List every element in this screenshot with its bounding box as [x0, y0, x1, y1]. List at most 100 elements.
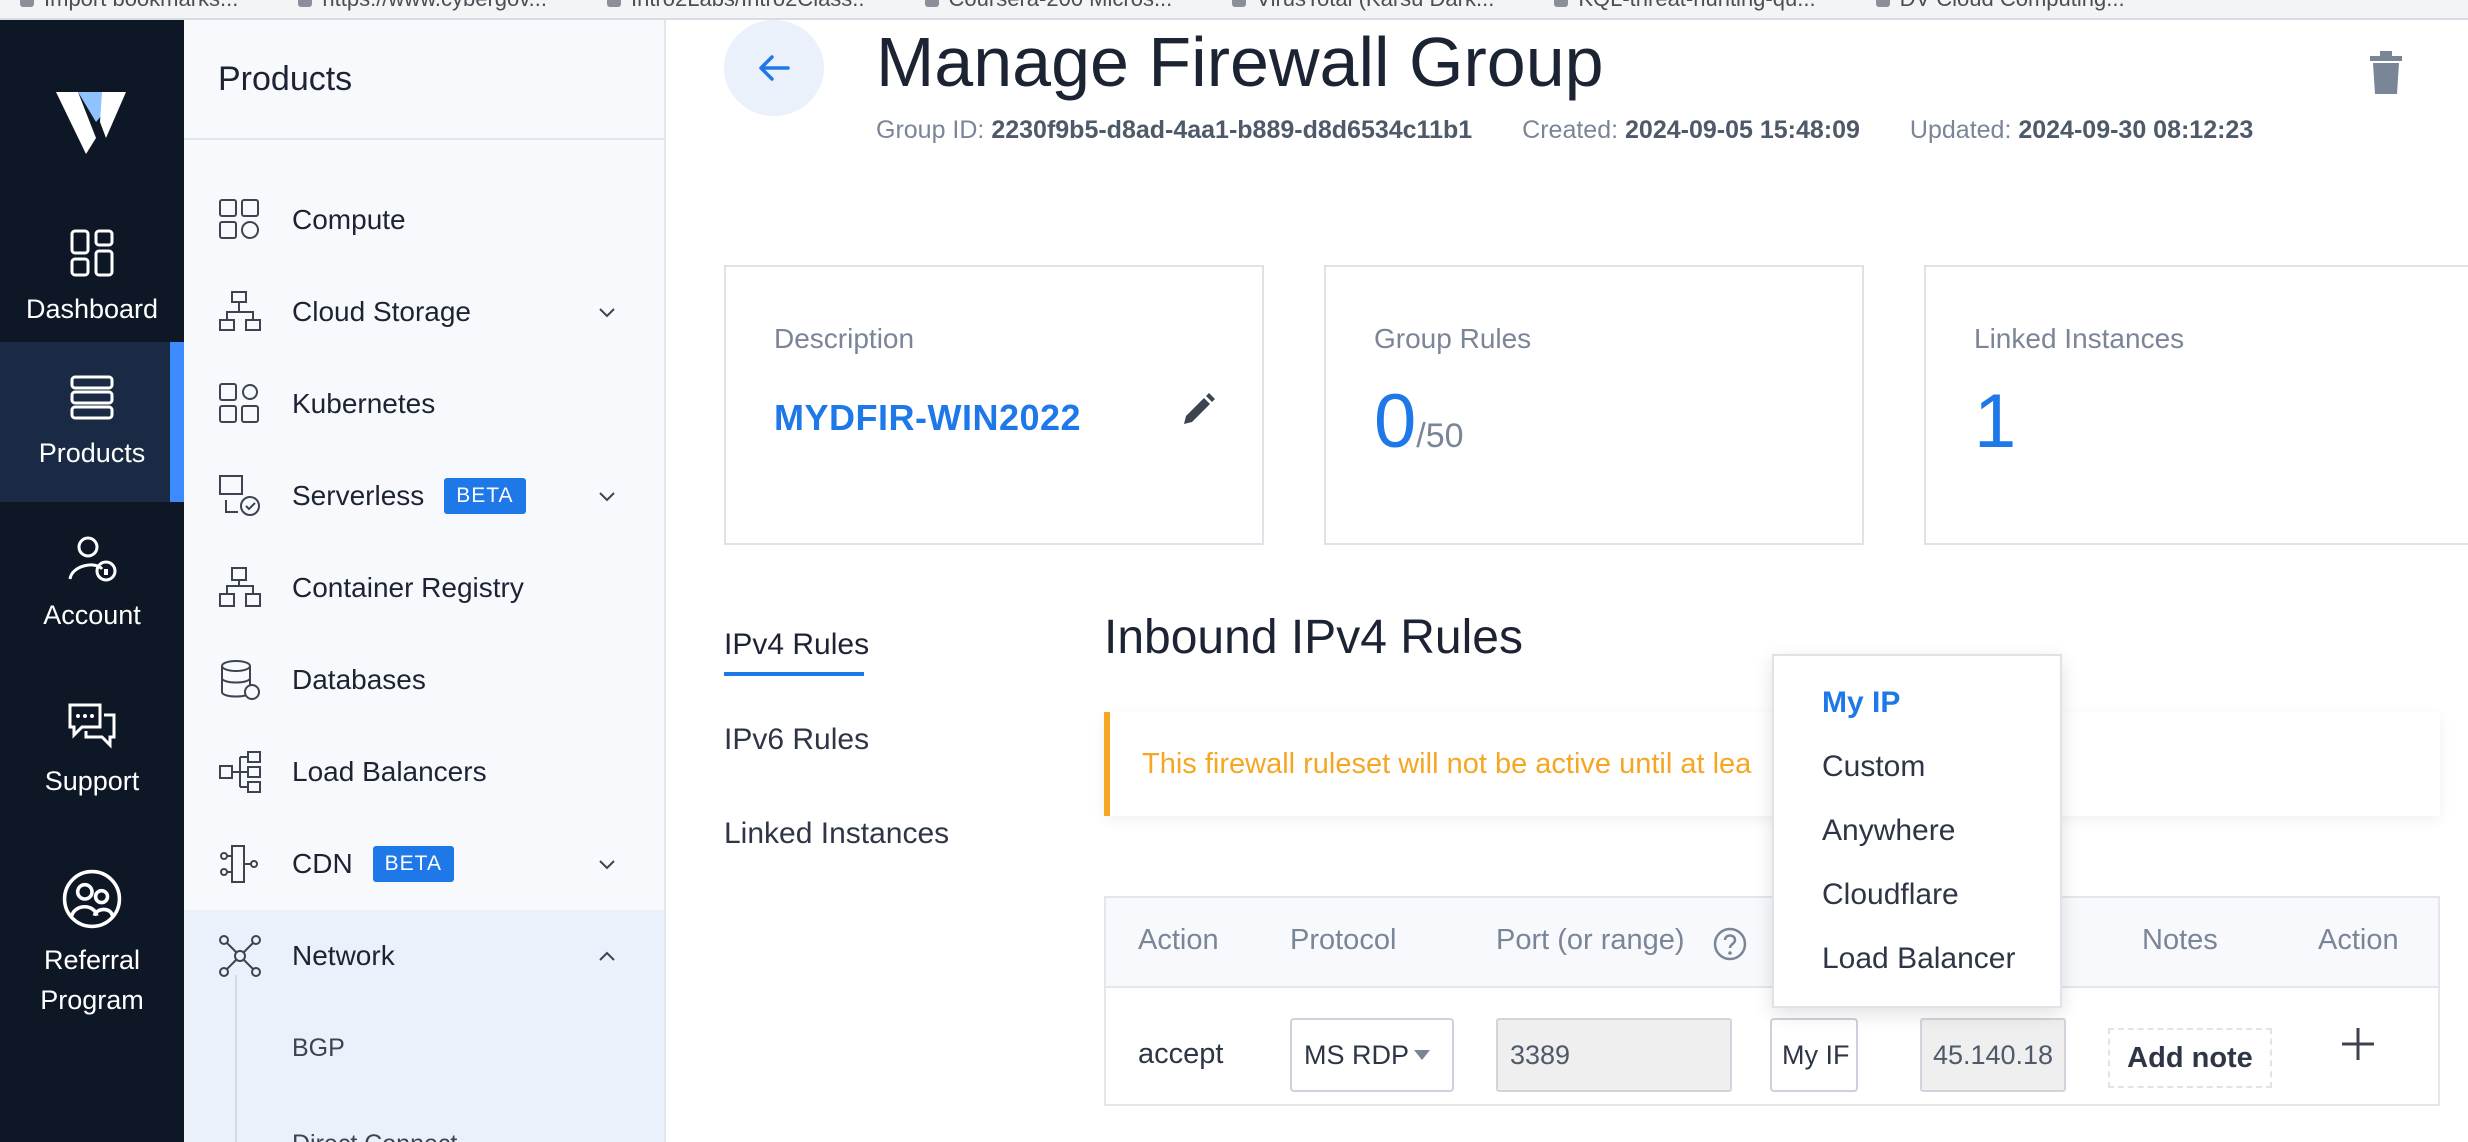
- pencil-edit-icon[interactable]: [1178, 390, 1218, 430]
- server-stack-icon: [70, 375, 114, 420]
- bookmarks-bar: Import bookmarks... https://www.cybergov…: [0, 0, 2468, 20]
- sidebar-item-label: CDN: [292, 848, 353, 879]
- bookmark[interactable]: VirusTotal (Karsu Dark...: [1232, 0, 1494, 11]
- bookmark-label: Import bookmarks...: [44, 0, 238, 11]
- group-id-label: Group ID:: [876, 116, 985, 144]
- dropdown-option-anywhere[interactable]: Anywhere: [1822, 814, 1955, 848]
- rail-item-products[interactable]: Products: [0, 342, 184, 502]
- sidebar-item-compute[interactable]: Compute: [184, 174, 664, 266]
- dropdown-option-load-balancer[interactable]: Load Balancer: [1822, 942, 2015, 976]
- tab-ipv6-rules[interactable]: IPv6 Rules: [724, 723, 869, 757]
- page-title: Manage Firewall Group: [876, 23, 1604, 101]
- card-label: Linked Instances: [1974, 323, 2185, 354]
- rule-action-value: accept: [1138, 1038, 1224, 1070]
- rail-item-support[interactable]: Support: [0, 670, 184, 830]
- bookmark[interactable]: Coursera-200 Micros...: [924, 0, 1172, 10]
- container-registry-icon: [219, 567, 261, 607]
- rail-item-dashboard[interactable]: Dashboard: [0, 198, 184, 358]
- dropdown-option-my-ip[interactable]: My IP: [1822, 686, 1900, 720]
- rail-item-label: Referral Program: [40, 945, 144, 1015]
- sidebar-item-cdn[interactable]: CDN BETA: [184, 818, 664, 910]
- referral-people-icon: [62, 869, 122, 929]
- bookmark[interactable]: KQL-threat-hunting-qu...: [1554, 0, 1816, 11]
- sidebar-item-label: Compute: [292, 204, 406, 235]
- group-id: Group ID: 2230f9b5-d8ad-4aa1-b889-d8d653…: [876, 116, 1472, 145]
- database-icon: [221, 660, 260, 700]
- kubernetes-icon: [219, 383, 259, 423]
- bookmark[interactable]: https://www.cybergov...: [298, 0, 547, 11]
- bookmark-label: VirusTotal (Karsu Dark...: [1256, 0, 1494, 11]
- sidebar-item-kubernetes[interactable]: Kubernetes: [184, 358, 664, 450]
- description-card: Description MYDFIR-WIN2022: [724, 265, 1264, 545]
- port-input[interactable]: 3389: [1496, 1018, 1732, 1092]
- warning-text: This firewall ruleset will not be active…: [1142, 747, 1752, 780]
- bookmark[interactable]: DV Cloud Computing...: [1875, 0, 2125, 11]
- bookmark-label: KQL-threat-hunting-qu...: [1578, 0, 1815, 11]
- rail-item-label: Dashboard: [25, 294, 159, 324]
- port-value: 3389: [1510, 1039, 1571, 1070]
- beta-badge: BETA: [372, 846, 454, 882]
- bookmark-icon: [1232, 0, 1247, 8]
- sidebar-item-label: Network: [292, 940, 395, 971]
- brand-logo-icon[interactable]: [56, 78, 126, 158]
- sidebar-subitem-label: Direct Connect: [292, 1130, 457, 1142]
- sidebar-subitem-bgp[interactable]: BGP: [184, 1002, 664, 1094]
- bookmark-label: DV Cloud Computing...: [1900, 0, 2125, 11]
- sidebar-item-databases[interactable]: Databases: [184, 634, 664, 726]
- bookmark[interactable]: Import bookmarks...: [20, 0, 238, 11]
- bookmark-icon: [20, 0, 34, 8]
- description-value: MYDFIR-WIN2022: [774, 397, 1082, 438]
- sidebar-subitem-direct-connect[interactable]: Direct Connect: [184, 1094, 664, 1142]
- chevron-up-icon[interactable]: [596, 945, 618, 967]
- protocol-select[interactable]: MS RDP: [1290, 1018, 1454, 1092]
- column-header: Protocol: [1290, 924, 1397, 956]
- protocol-value: MS RDP: [1304, 1039, 1410, 1070]
- linked-instances-card: Linked Instances 1: [1924, 265, 2468, 545]
- source-select[interactable]: My IF: [1770, 1018, 1858, 1092]
- chevron-down-icon[interactable]: [596, 485, 618, 507]
- chevron-down-icon[interactable]: [596, 301, 618, 323]
- updated-label: Updated:: [1909, 116, 2012, 144]
- tab-ipv4-rules[interactable]: IPv4 Rules: [724, 628, 869, 676]
- bookmark-icon: [1554, 0, 1569, 8]
- help-question-icon[interactable]: [1712, 926, 1748, 962]
- bookmark[interactable]: Intro2Labs/Intro2Class..: [606, 0, 865, 10]
- group-rules-card: Group Rules 0/50: [1324, 265, 1864, 545]
- tab-linked-instances[interactable]: Linked Instances: [724, 817, 949, 851]
- user-lock-icon: [68, 536, 117, 582]
- sidebar-item-label: Cloud Storage: [292, 296, 472, 327]
- load-balancer-icon: [219, 751, 261, 793]
- sidebar-item-container-registry[interactable]: Container Registry: [184, 542, 664, 634]
- source-ip-input[interactable]: 45.140.18: [1920, 1018, 2066, 1092]
- dropdown-option-cloudflare[interactable]: Cloudflare: [1822, 878, 1959, 912]
- rail-item-account[interactable]: Account: [0, 504, 184, 664]
- back-button[interactable]: [724, 20, 824, 116]
- add-note-label: Add note: [2127, 1041, 2253, 1074]
- delete-trash-icon[interactable]: [2366, 50, 2406, 96]
- sidebar-item-load-balancers[interactable]: Load Balancers: [184, 726, 664, 818]
- rail-item-referral[interactable]: Referral Program: [0, 854, 184, 1034]
- sidebar-item-network[interactable]: Network: [184, 910, 664, 1002]
- sidebar-item-cloud-storage[interactable]: Cloud Storage: [184, 266, 664, 358]
- cdn-icon: [220, 845, 258, 883]
- add-rule-plus-icon[interactable]: [2338, 1024, 2378, 1064]
- created-date: Created: 2024-09-05 15:48:09: [1522, 116, 1860, 145]
- source-value: My IF: [1782, 1039, 1850, 1070]
- bookmark-icon: [1875, 0, 1890, 8]
- rules-max: /50: [1416, 417, 1464, 455]
- add-note-button[interactable]: Add note: [2108, 1028, 2272, 1088]
- arrow-left-icon: [759, 55, 790, 81]
- updated-date: Updated: 2024-09-30 08:12:23: [1910, 116, 2253, 145]
- column-header: Action: [2318, 924, 2399, 956]
- column-header: Port (or range): [1496, 924, 1685, 956]
- bookmark-label: https://www.cybergov...: [322, 0, 547, 11]
- created-value: 2024-09-05 15:48:09: [1625, 116, 1860, 144]
- chevron-down-icon[interactable]: [596, 853, 618, 875]
- card-label: Group Rules: [1374, 323, 1532, 354]
- sidebar-item-serverless[interactable]: Serverless BETA: [184, 450, 664, 542]
- caret-down-icon: [1414, 1050, 1430, 1060]
- sidebar-item-label: Load Balancers: [292, 756, 487, 787]
- sidebar-item-label: Container Registry: [292, 572, 524, 603]
- dropdown-option-custom[interactable]: Custom: [1822, 750, 1925, 784]
- sidebar-title: Products: [184, 20, 664, 140]
